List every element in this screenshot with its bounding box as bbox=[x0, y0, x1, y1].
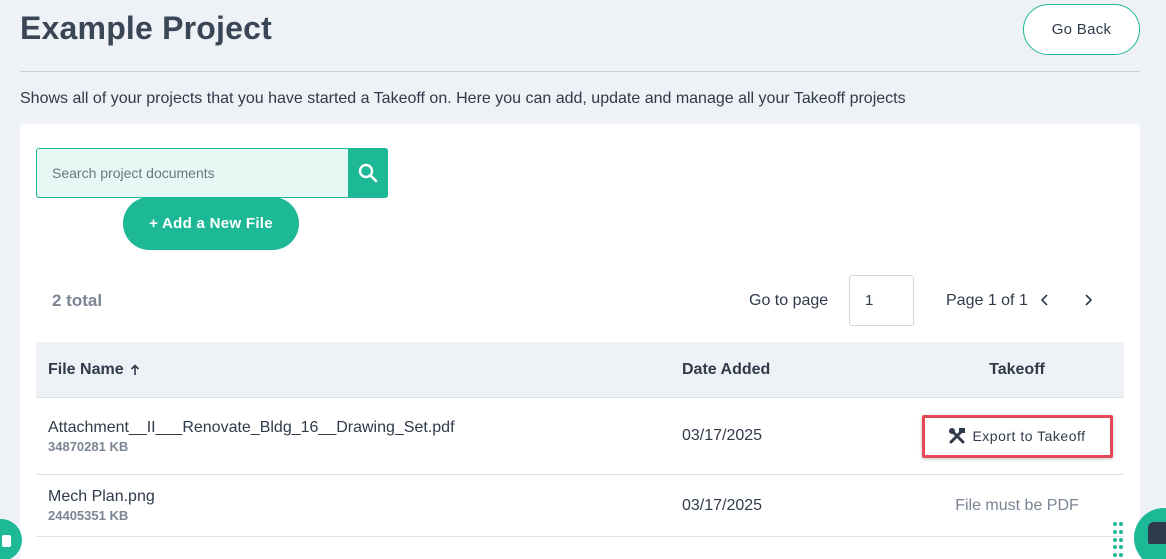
help-widget-button[interactable] bbox=[0, 519, 22, 559]
column-header-date-added[interactable]: Date Added bbox=[670, 361, 910, 379]
search-button[interactable] bbox=[348, 148, 388, 198]
total-count: 2 total bbox=[52, 291, 103, 310]
page-indicator: Page 1 of 1 bbox=[946, 292, 1028, 309]
file-name[interactable]: Attachment__II___Renovate_Bldg_16__Drawi… bbox=[48, 419, 670, 437]
documents-table: File Name Date Added Takeoff Attachment_… bbox=[36, 342, 1124, 537]
file-name-cell: Mech Plan.png 24405351 KB bbox=[36, 488, 670, 523]
drag-handle-icon[interactable] bbox=[1113, 522, 1123, 558]
takeoff-cell: Export to Takeoff bbox=[910, 414, 1124, 458]
date-added-cell: 03/17/2025 bbox=[682, 496, 763, 514]
search-bar bbox=[36, 148, 388, 198]
search-icon bbox=[358, 163, 378, 183]
export-to-takeoff-label: Export to Takeoff bbox=[972, 428, 1086, 444]
export-to-takeoff-button[interactable]: Export to Takeoff bbox=[921, 414, 1113, 458]
chevron-left-icon bbox=[1040, 294, 1048, 306]
column-header-takeoff: Takeoff bbox=[989, 360, 1045, 378]
takeoff-status: File must be PDF bbox=[955, 496, 1079, 514]
page-description: Shows all of your projects that you have… bbox=[20, 90, 906, 107]
chevron-right-icon bbox=[1085, 294, 1093, 306]
table-row: Mech Plan.png 24405351 KB 03/17/2025 Fil… bbox=[36, 475, 1124, 537]
file-name-cell: Attachment__II___Renovate_Bldg_16__Drawi… bbox=[36, 419, 670, 454]
table-header: File Name Date Added Takeoff bbox=[36, 342, 1124, 398]
go-to-page-label: Go to page bbox=[749, 292, 829, 309]
table-row: Attachment__II___Renovate_Bldg_16__Drawi… bbox=[36, 398, 1124, 475]
chat-icon bbox=[1148, 522, 1166, 544]
tools-icon bbox=[949, 428, 966, 444]
file-size: 24405351 KB bbox=[48, 508, 129, 523]
date-added-cell: 03/17/2025 bbox=[682, 427, 763, 444]
add-new-file-button[interactable]: + Add a New File bbox=[123, 197, 299, 250]
file-name[interactable]: Mech Plan.png bbox=[48, 488, 670, 506]
column-header-file-name-label: File Name bbox=[48, 360, 124, 378]
arrow-up-icon bbox=[130, 363, 139, 375]
header-divider bbox=[20, 71, 1140, 72]
page-number-input[interactable] bbox=[849, 275, 914, 326]
column-header-file-name[interactable]: File Name bbox=[36, 361, 670, 379]
search-input[interactable] bbox=[36, 148, 348, 198]
documents-card: + Add a New File 2 total Go to page Page… bbox=[20, 124, 1140, 559]
go-back-button[interactable]: Go Back bbox=[1023, 4, 1140, 55]
previous-page-button[interactable] bbox=[1035, 290, 1055, 310]
file-size: 34870281 KB bbox=[48, 438, 129, 454]
next-page-button[interactable] bbox=[1078, 290, 1098, 310]
page-title: Example Project bbox=[20, 10, 272, 46]
